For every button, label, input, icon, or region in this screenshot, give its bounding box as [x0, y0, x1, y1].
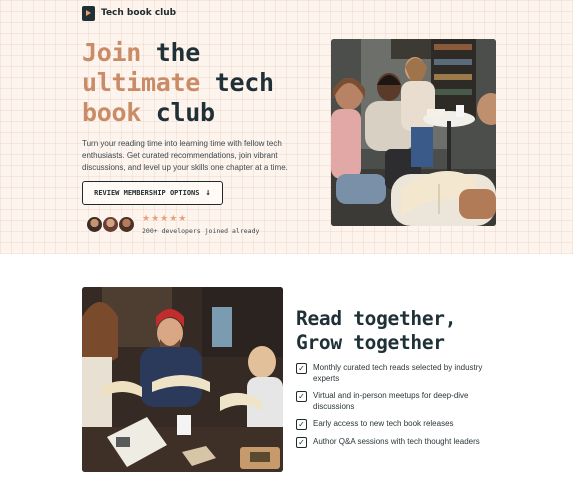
checkbox-checked-icon: ✓	[296, 437, 307, 448]
avatar	[86, 216, 103, 233]
list-item: ✓ Virtual and in-person meetups for deep…	[296, 390, 506, 412]
brand[interactable]: Tech book club	[82, 5, 176, 21]
title-accent-word: book	[82, 98, 142, 127]
section2-title-line: Grow together	[296, 331, 445, 354]
hero-photo-illustration	[331, 39, 496, 226]
checkbox-checked-icon: ✓	[296, 391, 307, 402]
checkbox-checked-icon: ✓	[296, 363, 307, 374]
review-membership-button[interactable]: REVIEW MEMBERSHIP OPTIONS ↓	[82, 181, 223, 205]
title-word: tech	[200, 68, 274, 97]
avatar	[118, 216, 135, 233]
feature-text: Monthly curated tech reads selected by i…	[313, 363, 483, 383]
book-play-icon	[82, 5, 95, 21]
hero-photo	[331, 39, 496, 226]
joined-count-text: 200+ developers joined already	[142, 227, 260, 235]
section2-title: Read together, Grow together	[296, 307, 506, 355]
title-accent-word: ultimate	[82, 68, 201, 97]
list-item: ✓ Early access to new tech book releases	[296, 418, 506, 430]
brand-name: Tech book club	[101, 8, 177, 18]
arrow-down-icon: ↓	[205, 187, 211, 198]
section2-photo	[82, 287, 283, 472]
feature-text: Virtual and in-person meetups for deep-d…	[313, 391, 469, 411]
avatar	[102, 216, 119, 233]
title-word: club	[141, 98, 215, 127]
cta-label: REVIEW MEMBERSHIP OPTIONS	[94, 189, 200, 197]
hero-description: Turn your reading time into learning tim…	[82, 139, 288, 172]
section2-photo-illustration	[82, 287, 283, 472]
feature-list: ✓ Monthly curated tech reads selected by…	[296, 362, 506, 454]
title-word: the	[141, 38, 201, 67]
checkbox-checked-icon: ✓	[296, 419, 307, 430]
section2-title-line: Read together,	[296, 307, 457, 330]
list-item: ✓ Author Q&A sessions with tech thought …	[296, 436, 506, 448]
star-rating: ★★★★★	[142, 213, 188, 223]
feature-text: Author Q&A sessions with tech thought le…	[313, 437, 480, 446]
list-item: ✓ Monthly curated tech reads selected by…	[296, 362, 506, 384]
title-accent-word: Join	[82, 38, 142, 67]
feature-text: Early access to new tech book releases	[313, 419, 454, 428]
hero-title: Join the ultimate tech book club	[82, 38, 332, 128]
